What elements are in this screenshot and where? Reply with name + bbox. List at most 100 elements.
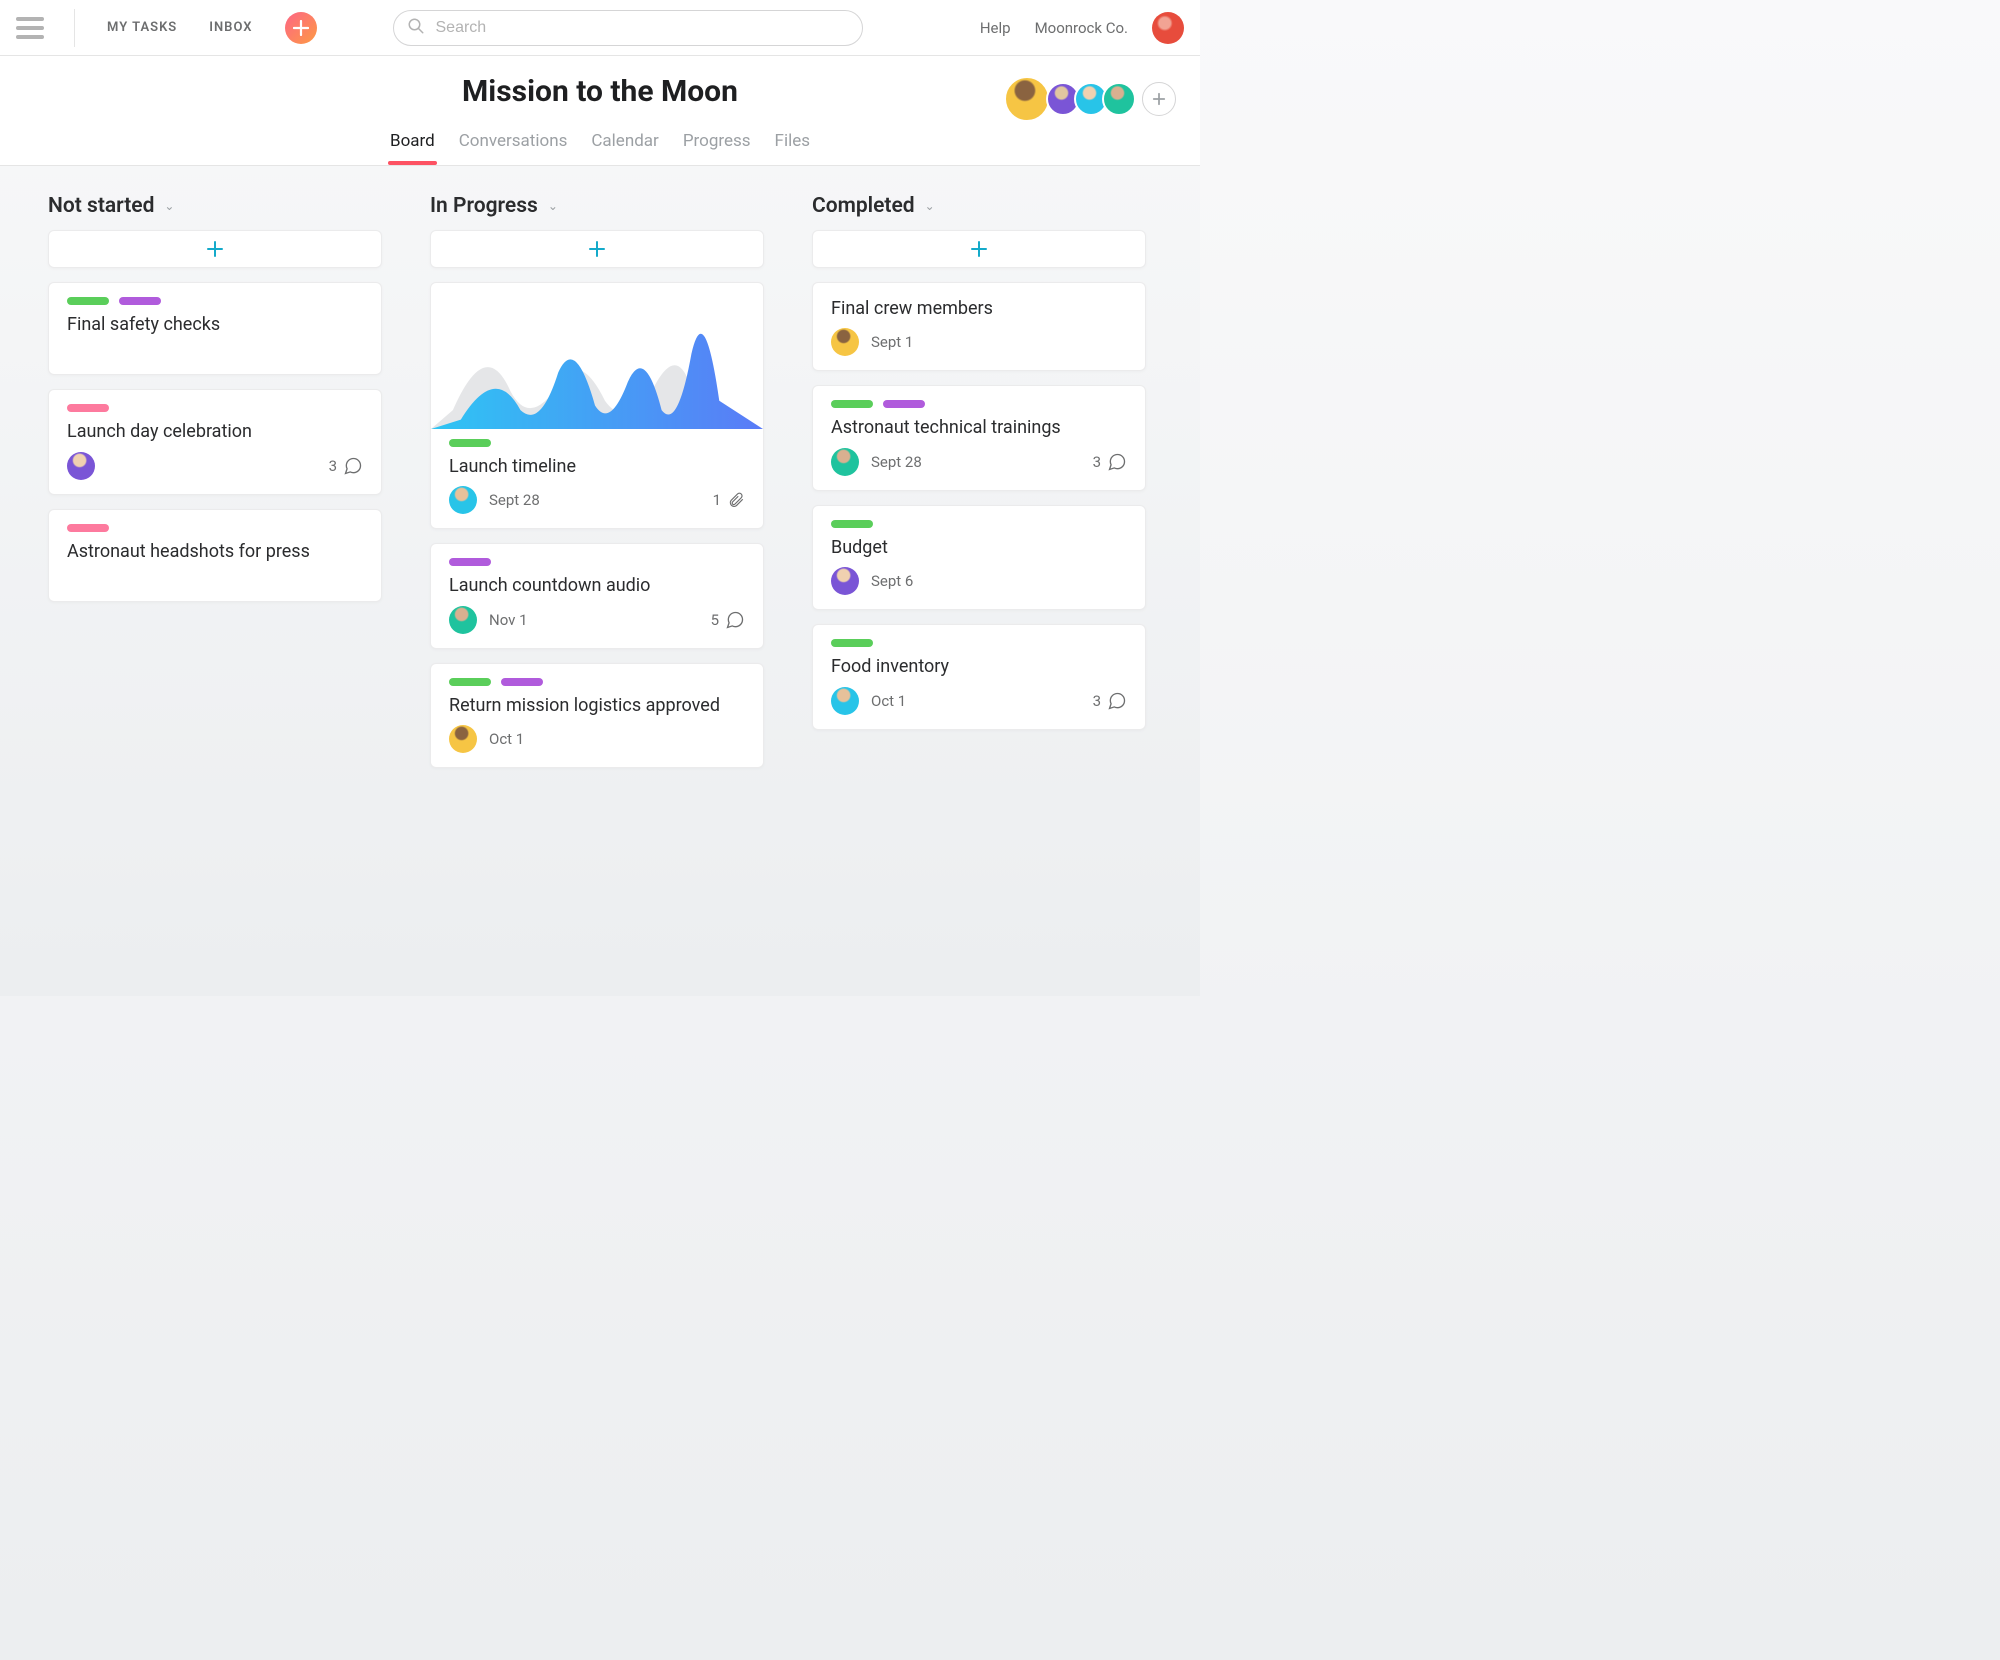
task-title: Launch countdown audio [449, 574, 745, 597]
top-nav: MY TASKS INBOX Help Moonrock Co. [0, 0, 1200, 56]
comment-count: 5 [711, 611, 719, 629]
comment-count: 3 [1093, 453, 1101, 471]
tag [831, 639, 873, 647]
project-members [1004, 76, 1176, 122]
tag [831, 400, 873, 408]
tab-files[interactable]: Files [773, 123, 812, 165]
task-date: Sept 6 [871, 572, 913, 590]
column-completed: Completed ⌄ Final crew members Sept 1 As… [812, 194, 1146, 782]
comment-icon [1107, 452, 1127, 472]
task-date: Sept 28 [871, 453, 922, 471]
tag [883, 400, 925, 408]
board: Not started ⌄ Final safety checks Launch… [0, 166, 1200, 810]
column-title: Completed [812, 194, 915, 218]
assignee-avatar [831, 567, 859, 595]
comment-icon [725, 610, 745, 630]
task-card[interactable]: Budget Sept 6 [812, 505, 1146, 610]
plus-icon [207, 241, 223, 257]
task-title: Final crew members [831, 297, 1127, 320]
plus-icon [293, 20, 309, 36]
attachment-icon [727, 491, 745, 509]
tag [449, 558, 491, 566]
task-card[interactable]: Food inventory Oct 1 3 [812, 624, 1146, 729]
task-card[interactable]: Final crew members Sept 1 [812, 282, 1146, 371]
assignee-avatar [831, 328, 859, 356]
task-title: Astronaut headshots for press [67, 540, 363, 563]
task-title: Launch day celebration [67, 420, 363, 443]
org-name[interactable]: Moonrock Co. [1035, 19, 1128, 37]
chevron-down-icon: ⌄ [548, 199, 558, 213]
nav-my-tasks[interactable]: MY TASKS [99, 20, 185, 35]
assignee-avatar [67, 452, 95, 480]
tag [831, 520, 873, 528]
task-card[interactable]: Final safety checks [48, 282, 382, 375]
tag [67, 524, 109, 532]
project-tabs: Board Conversations Calendar Progress Fi… [0, 123, 1200, 165]
nav-inbox[interactable]: INBOX [201, 20, 260, 35]
chevron-down-icon: ⌄ [164, 199, 174, 213]
column-not-started: Not started ⌄ Final safety checks Launch… [48, 194, 382, 782]
task-card[interactable]: Launch day celebration 3 [48, 389, 382, 494]
task-date: Oct 1 [489, 730, 524, 748]
tag [449, 439, 491, 447]
attachment-count: 1 [713, 491, 721, 509]
tab-calendar[interactable]: Calendar [589, 123, 660, 165]
add-card-button[interactable] [48, 230, 382, 268]
project-header: Mission to the Moon Board Conversations … [0, 56, 1200, 166]
comment-icon [343, 456, 363, 476]
task-card[interactable]: Return mission logistics approved Oct 1 [430, 663, 764, 768]
add-card-button[interactable] [812, 230, 1146, 268]
column-title: Not started [48, 194, 154, 218]
task-card[interactable]: Astronaut headshots for press [48, 509, 382, 602]
assignee-avatar [831, 687, 859, 715]
tag [119, 297, 161, 305]
task-title: Return mission logistics approved [449, 694, 745, 717]
add-card-button[interactable] [430, 230, 764, 268]
task-title: Final safety checks [67, 313, 363, 336]
tab-conversations[interactable]: Conversations [457, 123, 570, 165]
nav-divider [74, 9, 75, 47]
hamburger-menu-icon[interactable] [16, 17, 44, 39]
column-header[interactable]: Completed ⌄ [812, 194, 1146, 218]
task-date: Sept 28 [489, 491, 540, 509]
tag [501, 678, 543, 686]
current-user-avatar[interactable] [1152, 12, 1184, 44]
task-card[interactable]: Astronaut technical trainings Sept 28 3 [812, 385, 1146, 490]
column-in-progress: In Progress ⌄ Launch timeline [430, 194, 764, 782]
assignee-avatar [449, 725, 477, 753]
task-title: Budget [831, 536, 1127, 559]
task-date: Oct 1 [871, 692, 906, 710]
global-add-button[interactable] [285, 12, 317, 44]
search-input[interactable] [393, 10, 863, 46]
task-date: Nov 1 [489, 611, 528, 629]
task-card[interactable]: Launch countdown audio Nov 1 5 [430, 543, 764, 648]
column-header[interactable]: In Progress ⌄ [430, 194, 764, 218]
tag [449, 678, 491, 686]
tag [67, 404, 109, 412]
comment-icon [1107, 691, 1127, 711]
member-avatar[interactable] [1102, 82, 1136, 116]
task-card[interactable]: Launch timeline Sept 28 1 [430, 282, 764, 529]
comment-count: 3 [1093, 692, 1101, 710]
chevron-down-icon: ⌄ [925, 199, 935, 213]
column-title: In Progress [430, 194, 538, 218]
task-title: Launch timeline [449, 455, 745, 478]
task-title: Food inventory [831, 655, 1127, 678]
plus-icon [589, 241, 605, 257]
tab-progress[interactable]: Progress [681, 123, 753, 165]
search-wrap [393, 10, 863, 46]
task-title: Astronaut technical trainings [831, 416, 1127, 439]
tab-board[interactable]: Board [388, 123, 437, 165]
plus-icon [971, 241, 987, 257]
tag [67, 297, 109, 305]
help-link[interactable]: Help [980, 19, 1011, 37]
task-cover-chart [431, 269, 763, 429]
assignee-avatar [449, 606, 477, 634]
assignee-avatar [449, 486, 477, 514]
member-avatar[interactable] [1004, 76, 1050, 122]
column-header[interactable]: Not started ⌄ [48, 194, 382, 218]
comment-count: 3 [329, 457, 337, 475]
assignee-avatar [831, 448, 859, 476]
plus-icon [1152, 92, 1166, 106]
add-member-button[interactable] [1142, 82, 1176, 116]
